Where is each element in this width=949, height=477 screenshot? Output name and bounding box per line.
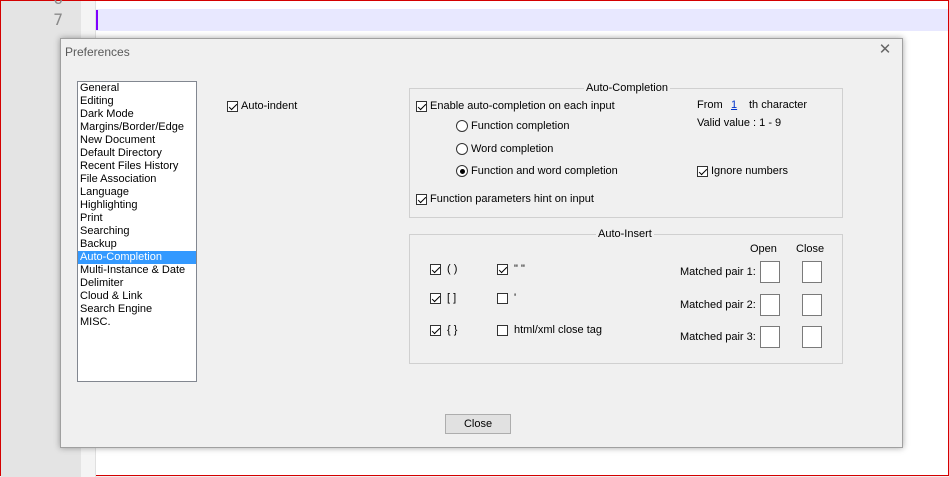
ignore-numbers-checkbox[interactable] xyxy=(697,165,708,177)
matched-pair-3-label: Matched pair 3: xyxy=(680,331,756,343)
function-completion-label: Function completion xyxy=(471,120,570,133)
category-item-editing[interactable]: Editing xyxy=(78,95,196,108)
matched-pair-2-open-input[interactable] xyxy=(760,294,780,316)
category-list[interactable]: General Editing Dark Mode Margins/Border/Ed… xyxy=(77,81,197,382)
line-number-current: 7 xyxy=(53,10,63,29)
auto-insert-group-label: Auto-Insert xyxy=(596,228,654,240)
open-column-header: Open xyxy=(750,243,777,255)
category-item-misc[interactable]: MISC. xyxy=(78,316,196,329)
function-parameters-hint-checkbox[interactable] xyxy=(416,193,427,205)
category-item-general[interactable]: General xyxy=(78,82,196,95)
brackets-checkbox[interactable] xyxy=(430,292,441,304)
category-item-highlighting[interactable]: Highlighting xyxy=(78,199,196,212)
parentheses-option[interactable]: ( ) xyxy=(430,263,457,275)
matched-pair-3-open-input[interactable] xyxy=(760,326,780,348)
braces-option[interactable]: { } xyxy=(430,324,457,336)
category-item-new-document[interactable]: New Document xyxy=(78,134,196,147)
close-button[interactable]: Close xyxy=(445,414,511,434)
matched-pair-1-open-input[interactable] xyxy=(760,261,780,283)
function-parameters-hint-label: Function parameters hint on input xyxy=(430,193,594,206)
dialog-title: Preferences xyxy=(65,45,130,59)
braces-label: { } xyxy=(447,324,458,337)
matched-pair-1-close-input[interactable] xyxy=(802,261,822,283)
current-line-highlight[interactable] xyxy=(96,9,948,31)
valid-value-label: Valid value : 1 - 9 xyxy=(697,117,782,129)
parentheses-label: ( ) xyxy=(447,263,458,276)
single-quote-label: ' xyxy=(514,292,517,305)
function-and-word-completion-label: Function and word completion xyxy=(471,165,618,178)
function-parameters-hint-option[interactable]: Function parameters hint on input xyxy=(416,193,594,205)
category-item-margins-border-edge[interactable]: Margins/Border/Edge xyxy=(78,121,196,134)
matched-pair-2-label: Matched pair 2: xyxy=(680,299,756,311)
category-item-file-association[interactable]: File Association xyxy=(78,173,196,186)
category-item-delimiter[interactable]: Delimiter xyxy=(78,277,196,290)
enable-auto-completion-option[interactable]: Enable auto-completion on each input xyxy=(416,100,615,112)
matched-pair-1-label: Matched pair 1: xyxy=(680,266,756,278)
html-close-tag-checkbox[interactable] xyxy=(497,324,508,336)
matched-pair-2-close-input[interactable] xyxy=(802,294,822,316)
auto-indent-option[interactable]: Auto-indent xyxy=(227,100,297,112)
text-caret xyxy=(96,10,98,30)
category-item-multi-instance-date[interactable]: Multi-Instance & Date xyxy=(78,264,196,277)
category-item-backup[interactable]: Backup xyxy=(78,238,196,251)
th-character-label: th character xyxy=(749,99,808,111)
category-item-auto-completion[interactable]: Auto-Completion xyxy=(78,251,196,264)
braces-checkbox[interactable] xyxy=(430,324,441,336)
word-completion-option[interactable]: Word completion xyxy=(456,143,554,156)
from-label: From xyxy=(697,99,723,111)
category-item-search-engine[interactable]: Search Engine xyxy=(78,303,196,316)
category-item-recent-files-history[interactable]: Recent Files History xyxy=(78,160,196,173)
enable-auto-completion-checkbox[interactable] xyxy=(416,100,427,112)
close-icon[interactable]: ✕ xyxy=(878,42,892,57)
auto-completion-group-label: Auto-Completion xyxy=(584,82,670,94)
double-quote-option[interactable]: " " xyxy=(497,263,525,275)
category-item-searching[interactable]: Searching xyxy=(78,225,196,238)
enable-auto-completion-label: Enable auto-completion on each input xyxy=(430,100,615,113)
double-quote-checkbox[interactable] xyxy=(497,263,508,275)
function-completion-option[interactable]: Function completion xyxy=(456,120,570,133)
single-quote-checkbox[interactable] xyxy=(497,292,508,304)
category-item-cloud-link[interactable]: Cloud & Link xyxy=(78,290,196,303)
category-item-language[interactable]: Language xyxy=(78,186,196,199)
html-close-tag-option[interactable]: html/xml close tag xyxy=(497,324,602,336)
word-completion-label: Word completion xyxy=(471,143,554,156)
function-completion-radio[interactable] xyxy=(456,120,468,133)
preferences-dialog: Preferences ✕ General Editing Dark Mode Mar… xyxy=(60,38,903,448)
category-item-default-directory[interactable]: Default Directory xyxy=(78,147,196,160)
ignore-numbers-option[interactable]: Ignore numbers xyxy=(697,165,788,177)
line-number: 6 xyxy=(53,0,63,8)
matched-pair-3-close-input[interactable] xyxy=(802,326,822,348)
category-item-print[interactable]: Print xyxy=(78,212,196,225)
function-and-word-completion-radio[interactable] xyxy=(456,165,468,178)
word-completion-radio[interactable] xyxy=(456,143,468,156)
auto-indent-checkbox[interactable] xyxy=(227,100,238,112)
category-item-dark-mode[interactable]: Dark Mode xyxy=(78,108,196,121)
html-close-tag-label: html/xml close tag xyxy=(514,324,603,337)
ignore-numbers-label: Ignore numbers xyxy=(711,165,789,178)
from-character-value[interactable]: 1 xyxy=(731,99,737,111)
single-quote-option[interactable]: ' xyxy=(497,292,516,304)
double-quote-label: " " xyxy=(514,263,525,276)
function-and-word-completion-option[interactable]: Function and word completion xyxy=(456,165,618,178)
parentheses-checkbox[interactable] xyxy=(430,263,441,275)
brackets-option[interactable]: [ ] xyxy=(430,292,456,304)
brackets-label: [ ] xyxy=(447,292,457,305)
auto-indent-label: Auto-indent xyxy=(241,100,298,113)
close-column-header: Close xyxy=(796,243,825,255)
